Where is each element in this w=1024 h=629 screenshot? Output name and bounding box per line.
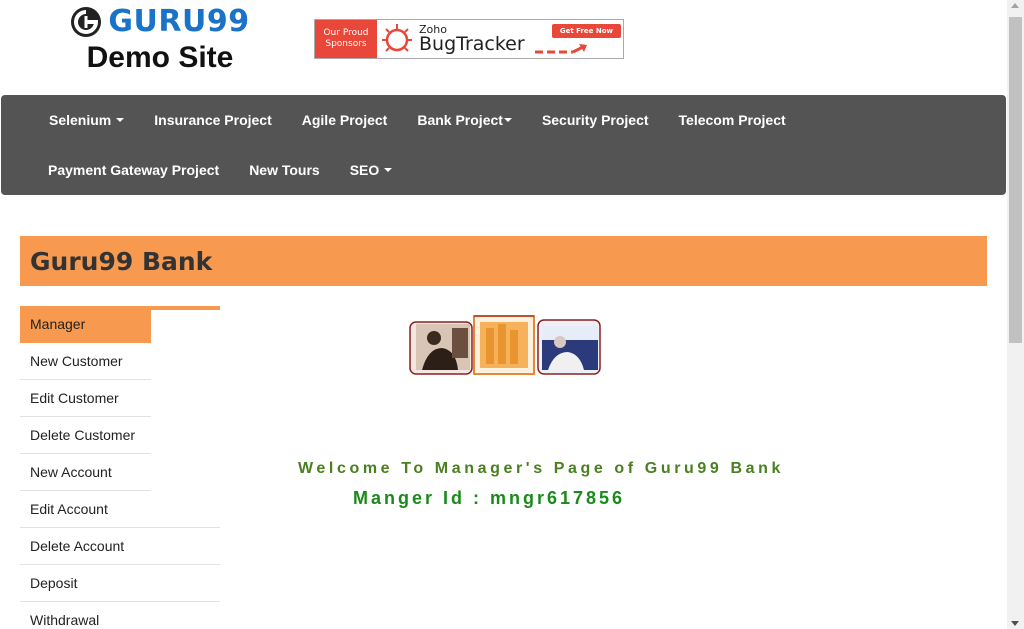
- site-logo[interactable]: GURU99 Demo Site: [60, 4, 260, 75]
- sidebar-item-edit-customer[interactable]: Edit Customer: [20, 380, 151, 417]
- sidebar-item-deposit[interactable]: Deposit: [20, 565, 220, 602]
- nav-payment-gateway-project[interactable]: Payment Gateway Project: [33, 145, 234, 195]
- sidebar-item-manager[interactable]: Manager: [20, 310, 151, 343]
- sidebar-item-new-customer[interactable]: New Customer: [20, 343, 151, 380]
- bank-title-bar: Guru99 Bank: [20, 236, 987, 286]
- nav-bank-project[interactable]: Bank Project: [402, 95, 527, 145]
- main-navbar: Selenium Insurance Project Agile Project…: [1, 95, 1006, 195]
- welcome-message: Welcome To Manager's Page of Guru99 Bank: [298, 460, 784, 477]
- nav-insurance-project[interactable]: Insurance Project: [139, 95, 287, 145]
- sidebar-item-new-account[interactable]: New Account: [20, 454, 151, 491]
- logo-text: GURU99: [108, 4, 250, 39]
- nav-telecom-project[interactable]: Telecom Project: [664, 95, 801, 145]
- navbar-row-1: Selenium Insurance Project Agile Project…: [1, 95, 801, 145]
- ad-brand-name: BugTracker: [419, 32, 525, 55]
- caret-down-icon: [116, 118, 125, 122]
- sponsor-ad-banner[interactable]: Our Proud Sponsors Zoho BugTracker Get Fr…: [314, 19, 624, 59]
- sidebar-menu: Manager New Customer Edit Customer Delet…: [20, 306, 220, 629]
- page-title: Guru99 Bank: [30, 246, 213, 276]
- scrollbar-thumb[interactable]: [1009, 17, 1022, 343]
- nav-new-tours[interactable]: New Tours: [234, 145, 335, 195]
- sidebar-item-edit-account[interactable]: Edit Account: [20, 491, 220, 528]
- manager-id: Manger Id : mngr617856: [353, 488, 626, 508]
- guru99-logo-icon: [71, 6, 102, 37]
- scroll-down-arrow-icon[interactable]: [1011, 621, 1019, 626]
- nav-selenium[interactable]: Selenium: [34, 95, 139, 145]
- sidebar-item-withdrawal[interactable]: Withdrawal: [20, 602, 220, 629]
- ad-sponsor-label: Our Proud Sponsors: [315, 20, 377, 58]
- sidebar-item-delete-account[interactable]: Delete Account: [20, 528, 220, 565]
- page-scrollbar[interactable]: [1007, 0, 1024, 629]
- navbar-row-2: Payment Gateway Project New Tours SEO: [1, 145, 407, 195]
- caret-down-icon: [503, 118, 512, 122]
- scroll-up-arrow-icon[interactable]: [1011, 3, 1019, 8]
- bank-image-strip: [409, 315, 601, 375]
- sidebar-item-delete-customer[interactable]: Delete Customer: [20, 417, 151, 454]
- photo-coins: [473, 315, 535, 375]
- nav-seo[interactable]: SEO: [335, 145, 408, 195]
- nav-agile-project[interactable]: Agile Project: [287, 95, 403, 145]
- caret-down-icon: [384, 168, 393, 172]
- site-subtitle: Demo Site: [86, 41, 234, 74]
- nav-security-project[interactable]: Security Project: [527, 95, 664, 145]
- photo-person-desk: [537, 319, 601, 375]
- bug-icon: [377, 20, 417, 58]
- photo-person-phone: [409, 321, 473, 375]
- ad-arrow-icon: [535, 44, 587, 54]
- ad-cta-button[interactable]: Get Free Now: [551, 24, 621, 38]
